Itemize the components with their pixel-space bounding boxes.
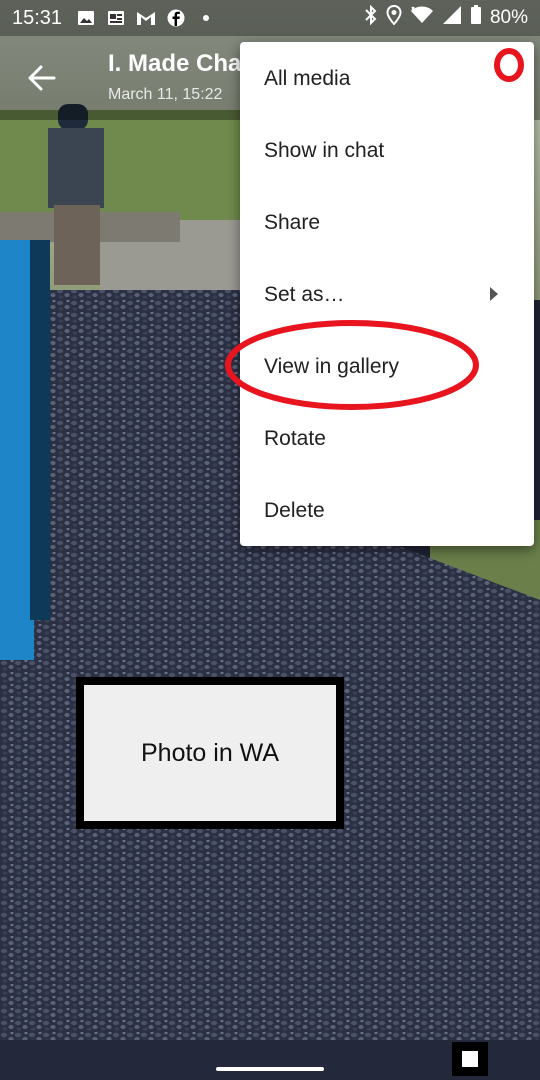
menu-item-label: All media <box>264 67 351 90</box>
home-gesture-pill[interactable] <box>216 1067 324 1071</box>
menu-item-label: Rotate <box>264 427 326 450</box>
caption-box: Photo in WA <box>76 677 344 829</box>
status-time: 15:31 <box>12 6 63 29</box>
gmail-icon <box>136 8 156 28</box>
highlight-circle-annotation <box>225 320 479 410</box>
chat-title: I. Made Cha <box>108 50 242 77</box>
bluetooth-icon <box>364 4 378 31</box>
recents-button[interactable] <box>452 1042 488 1076</box>
news-icon <box>106 8 126 28</box>
menu-item-label: Show in chat <box>264 139 385 162</box>
menu-item-share[interactable]: Share <box>240 187 534 259</box>
location-icon <box>386 4 402 31</box>
back-button[interactable] <box>22 58 62 98</box>
menu-button-annotation <box>494 48 524 82</box>
status-bar: 15:31 80% <box>0 0 540 36</box>
submenu-arrow-icon <box>490 287 498 301</box>
wifi-icon <box>410 5 434 31</box>
battery-icon <box>470 5 482 31</box>
arrow-left-icon <box>28 65 56 91</box>
square-icon <box>462 1051 478 1067</box>
facebook-icon <box>166 8 186 28</box>
menu-item-label: Set as… <box>264 283 345 306</box>
menu-item-label: Share <box>264 211 321 234</box>
dot-icon <box>196 8 216 28</box>
menu-item-all-media[interactable]: All media <box>240 43 534 115</box>
message-timestamp: March 11, 15:22 <box>108 86 223 103</box>
image-icon <box>76 8 96 28</box>
signal-icon <box>442 5 462 31</box>
overflow-menu: All media Show in chat Share Set as… Vie… <box>240 42 534 546</box>
menu-item-show-in-chat[interactable]: Show in chat <box>240 115 534 187</box>
menu-item-rotate[interactable]: Rotate <box>240 403 534 475</box>
battery-percent: 80% <box>489 7 528 28</box>
menu-item-label: Delete <box>264 499 325 522</box>
caption-text: Photo in WA <box>84 685 336 821</box>
menu-item-delete[interactable]: Delete <box>240 475 534 547</box>
